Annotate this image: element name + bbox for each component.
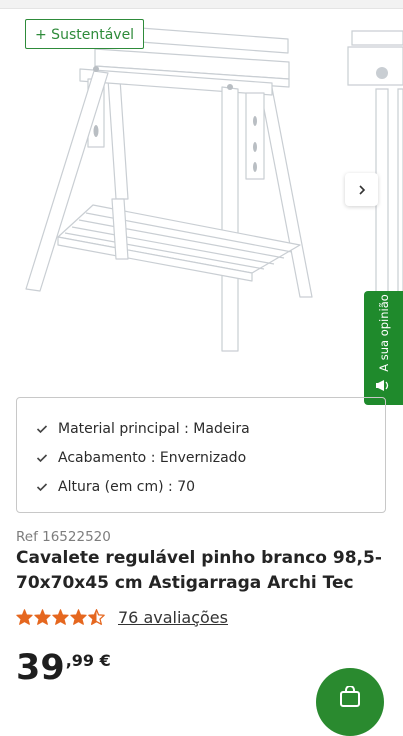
product-ref: Ref 16522520 bbox=[16, 529, 111, 545]
cart-icon bbox=[340, 686, 360, 707]
spec-row: Acabamento : Envernizado bbox=[17, 443, 385, 472]
chevron-right-icon bbox=[358, 184, 365, 195]
rating-stars bbox=[16, 609, 105, 625]
sustainable-badge[interactable]: + Sustentável bbox=[25, 19, 145, 49]
check-icon bbox=[17, 482, 58, 492]
product-specs: Material principal : Madeira Acabamento … bbox=[16, 397, 386, 513]
next-image-button[interactable] bbox=[345, 173, 378, 206]
feedback-label: A sua opinião bbox=[376, 294, 391, 372]
spec-text: Material principal : Madeira bbox=[58, 420, 250, 437]
product-rating[interactable]: 76 avaliações bbox=[16, 606, 228, 628]
star-full-icon bbox=[34, 609, 51, 625]
spec-row: Material principal : Madeira bbox=[17, 414, 385, 443]
product-price: 39 ,99 € bbox=[16, 647, 111, 689]
spec-text: Altura (em cm) : 70 bbox=[58, 478, 196, 495]
star-full-icon bbox=[52, 609, 69, 625]
spec-text: Acabamento : Envernizado bbox=[58, 449, 247, 466]
price-decimals: ,99 € bbox=[65, 651, 111, 670]
check-icon bbox=[17, 453, 58, 463]
add-to-cart-button[interactable] bbox=[316, 668, 384, 736]
price-integer: 39 bbox=[16, 648, 65, 688]
product-image bbox=[25, 26, 403, 352]
product-title: Cavalete regulável pinho branco 98,5-70x… bbox=[16, 548, 382, 593]
spec-row: Altura (em cm) : 70 bbox=[17, 472, 385, 501]
check-icon bbox=[17, 424, 58, 434]
product-image-gallery[interactable]: + Sustentável bbox=[0, 9, 403, 384]
feedback-tab[interactable]: A sua opinião bbox=[364, 291, 403, 405]
star-full-icon bbox=[16, 609, 33, 625]
star-full-icon bbox=[70, 609, 87, 625]
star-half-icon bbox=[88, 609, 105, 625]
megaphone-icon bbox=[376, 380, 389, 391]
top-bar bbox=[0, 0, 403, 9]
reviews-link[interactable]: 76 avaliações bbox=[118, 608, 228, 627]
